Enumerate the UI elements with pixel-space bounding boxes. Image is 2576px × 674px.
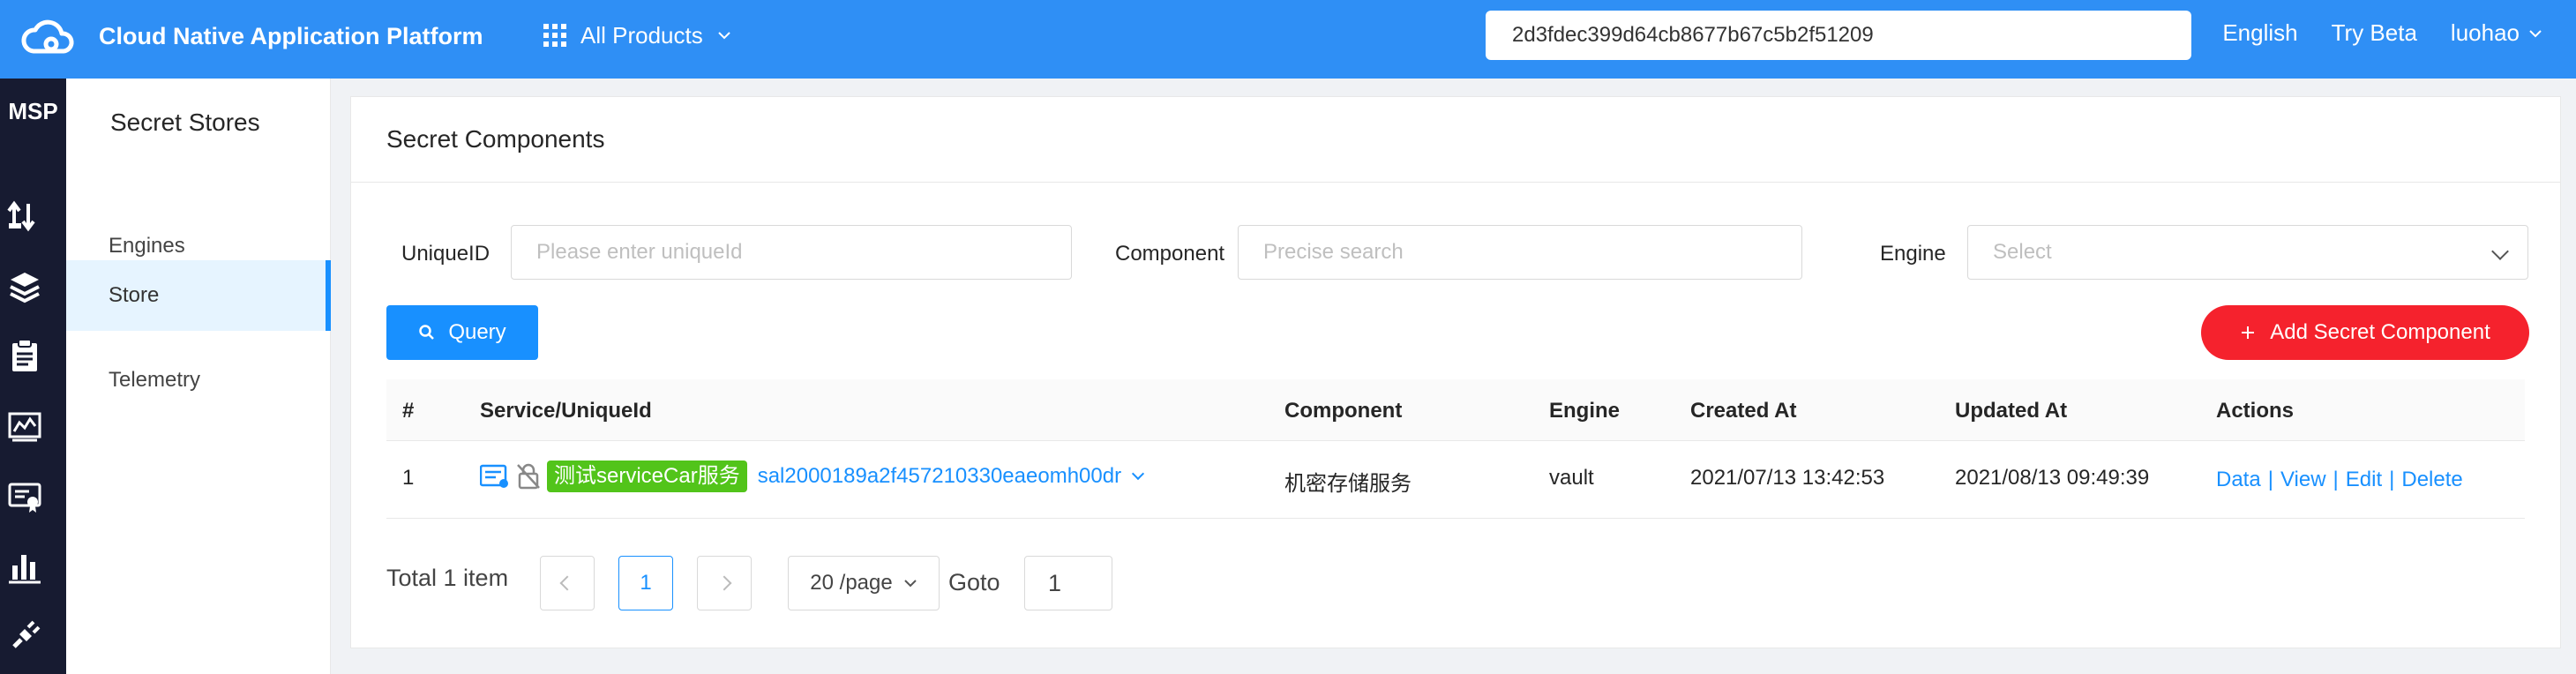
next-page-button[interactable] (697, 556, 752, 610)
engine-label: Engine (1880, 242, 1946, 266)
language-switch[interactable]: English (2222, 19, 2297, 47)
cloud-logo-icon[interactable] (21, 16, 74, 62)
secret-components-panel: Secret Components UniqueID Please enter … (350, 96, 2561, 648)
chevron-down-icon (2529, 29, 2542, 37)
chevron-down-icon (718, 32, 730, 40)
column-header-updated-at: Updated At (1955, 399, 2068, 423)
column-header-created-at: Created At (1690, 399, 1797, 423)
top-bar: Cloud Native Application Platform All Pr… (0, 0, 2576, 79)
column-header-engine: Engine (1549, 399, 1621, 423)
app-title[interactable]: Cloud Native Application Platform (99, 21, 483, 51)
bar-chart-icon[interactable] (7, 550, 42, 585)
component-label: Component (1115, 242, 1225, 266)
msp-label[interactable]: MSP (0, 98, 66, 125)
monitor-chart-icon[interactable] (7, 408, 42, 444)
engine-select[interactable]: Select (1967, 225, 2528, 280)
engine-value: vault (1549, 466, 1594, 490)
add-secret-component-label: Add Secret Component (2270, 320, 2490, 344)
action-separator: | (2267, 468, 2273, 491)
row-index: 1 (402, 466, 415, 490)
sidebar-title: Secret Stores (110, 109, 260, 136)
page-size-value: 20 /page (810, 571, 893, 595)
user-menu[interactable]: luohao (2451, 19, 2542, 47)
plug-icon[interactable] (7, 618, 42, 654)
secondary-sidebar: Secret Stores Engines Store Telemetry (66, 79, 331, 674)
chevron-down-icon (2491, 243, 2509, 260)
column-header-index: # (402, 399, 415, 423)
unique-id-label: UniqueID (401, 242, 490, 266)
panel-header: Secret Components (351, 97, 2560, 183)
sidebar-item-store[interactable]: Store (66, 260, 331, 331)
top-links: English Try Beta luohao (2222, 19, 2542, 47)
add-secret-component-button[interactable]: Add Secret Component (2201, 305, 2529, 360)
delete-action-link[interactable]: Delete (2401, 468, 2462, 492)
goto-page-input[interactable]: 1 (1024, 556, 1112, 610)
certificate-icon[interactable] (7, 479, 42, 514)
grid-icon (543, 24, 566, 47)
unique-id-link[interactable]: sal2000189a2f457210330eaeomh00dr (758, 464, 1121, 489)
sidebar-item-telemetry[interactable]: Telemetry (66, 345, 331, 416)
page-number-button[interactable]: 1 (618, 556, 673, 610)
created-at-value: 2021/07/13 13:42:53 (1690, 466, 1885, 490)
column-header-actions: Actions (2216, 399, 2295, 423)
search-icon (419, 325, 435, 340)
page-size-select[interactable]: 20 /page (788, 556, 940, 610)
user-name: luohao (2450, 19, 2520, 46)
lock-off-icon[interactable] (515, 462, 542, 491)
clipboard-icon[interactable] (7, 338, 42, 373)
try-beta-link[interactable]: Try Beta (2332, 19, 2417, 47)
service-tag[interactable]: 测试serviceCar服务 (547, 461, 747, 492)
layers-icon[interactable] (7, 269, 42, 304)
action-separator: | (2389, 468, 2395, 491)
updated-at-value: 2021/08/13 09:49:39 (1955, 466, 2150, 490)
search-input[interactable]: 2d3fdec399d64cb8677b67c5b2f51209 (1486, 11, 2191, 60)
page-title: Secret Components (386, 125, 605, 153)
column-header-component: Component (1284, 399, 1403, 423)
query-button[interactable]: Query (386, 305, 538, 360)
chevron-down-icon (903, 580, 917, 588)
engine-select-placeholder: Select (1993, 240, 2052, 264)
component-input[interactable]: Precise search (1238, 225, 1802, 280)
column-header-service: Service/UniqueId (480, 399, 652, 423)
component-value: 机密存储服务 (1284, 472, 1412, 496)
goto-label: Goto (948, 569, 1000, 595)
plus-icon (2242, 326, 2255, 339)
query-button-label: Query (448, 320, 506, 344)
service-cell: 测试serviceCar服务 sal2000189a2f457210330eae… (480, 461, 1145, 492)
left-rail: MSP (0, 79, 66, 674)
previous-page-button[interactable] (540, 556, 595, 610)
transfer-icon[interactable] (7, 198, 42, 234)
table-row: 1 测试serviceCar服务 sal2000189a2f457210330e… (386, 441, 2525, 519)
chevron-left-icon (559, 575, 575, 591)
pagination-total: Total 1 item (386, 565, 509, 591)
all-products-menu[interactable]: All Products (543, 18, 731, 53)
action-separator: | (2333, 468, 2339, 491)
table-header: # Service/UniqueId Component Engine Crea… (386, 379, 2525, 441)
edit-action-link[interactable]: Edit (2346, 468, 2382, 492)
unique-id-input[interactable]: Please enter uniqueId (511, 225, 1072, 280)
all-products-label: All Products (580, 21, 703, 49)
row-actions: Data | View | Edit | Delete (2216, 468, 2463, 492)
chevron-down-icon[interactable] (1132, 467, 1145, 481)
data-action-link[interactable]: Data (2216, 468, 2261, 492)
chevron-right-icon (716, 575, 732, 591)
view-action-link[interactable]: View (2280, 468, 2326, 492)
service-card-icon[interactable] (480, 463, 510, 490)
